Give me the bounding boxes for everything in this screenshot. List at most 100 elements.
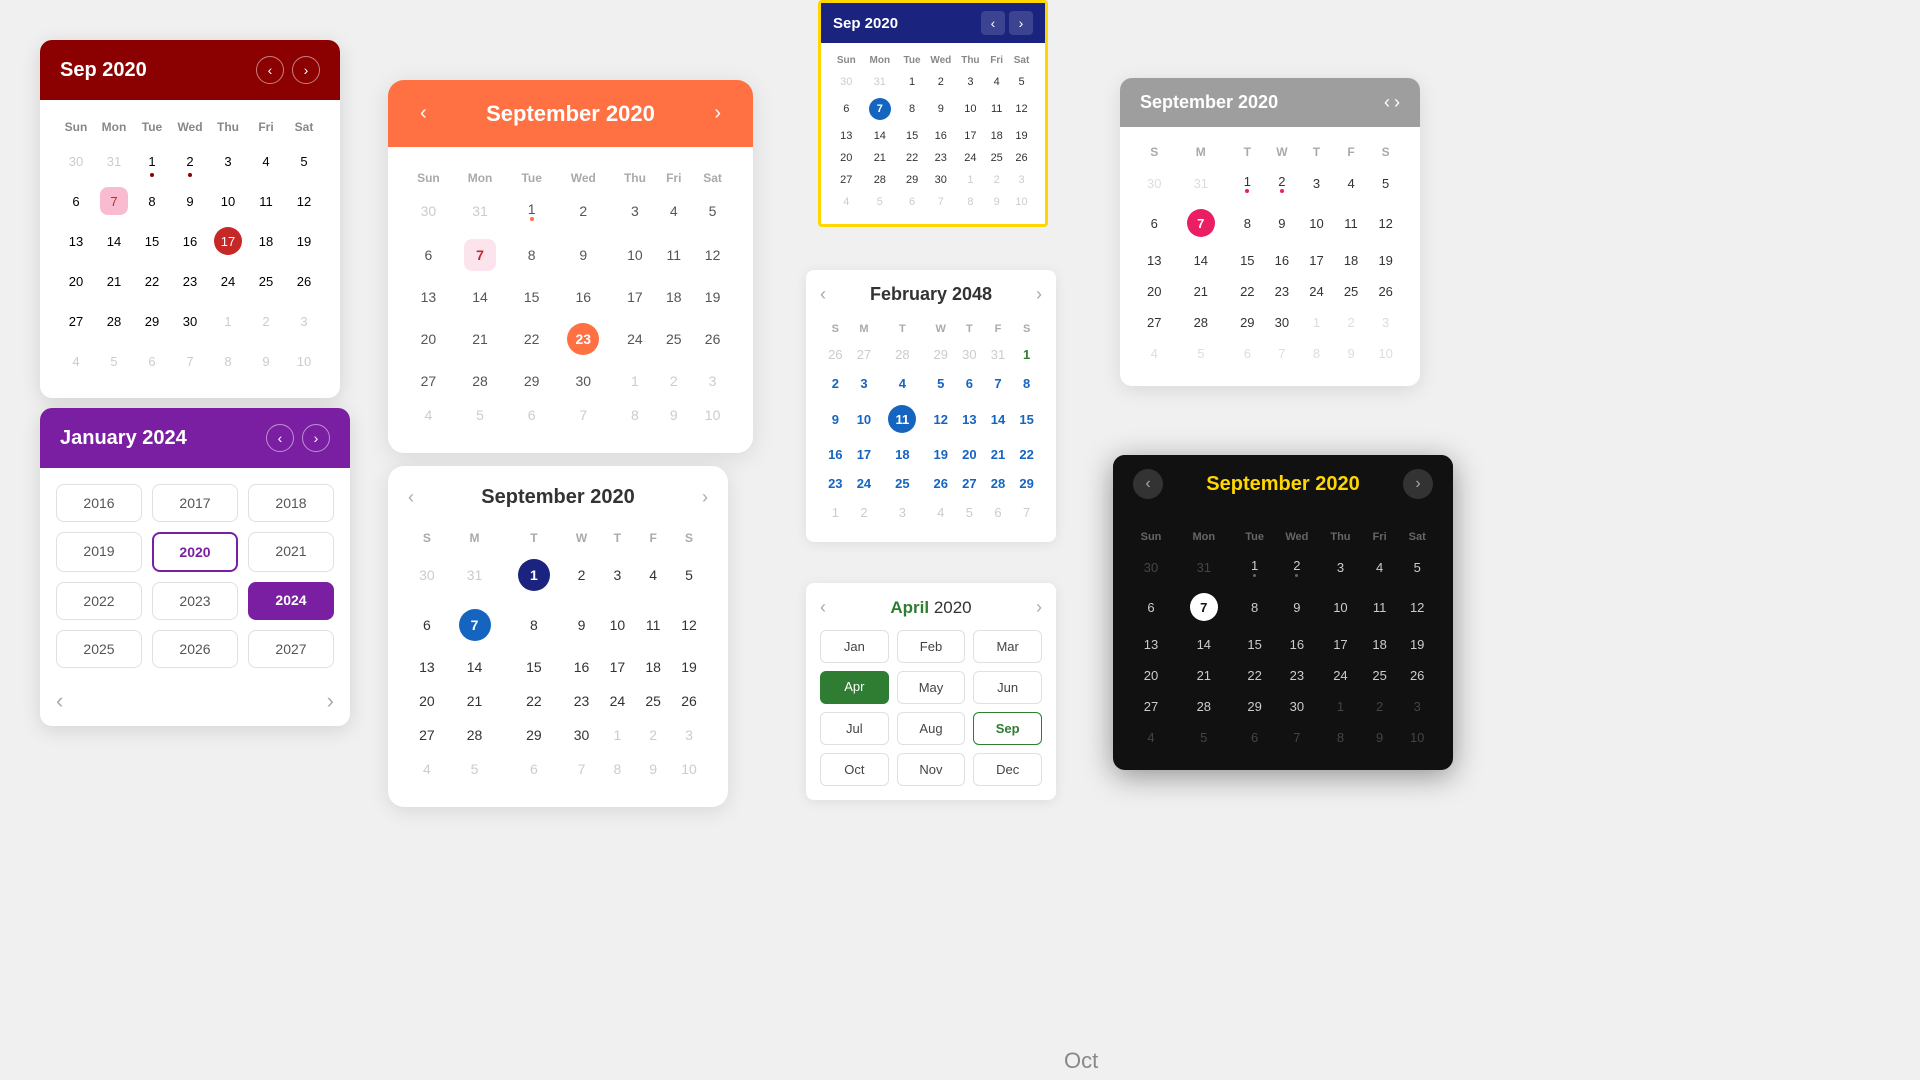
table-row[interactable]: 12 [694,231,731,279]
table-row[interactable]: 31 [1173,551,1235,584]
table-row[interactable]: 21 [1173,661,1235,690]
year-2017[interactable]: 2017 [152,484,238,522]
cal2-prev-btn[interactable]: ‹ [412,98,435,129]
table-row[interactable]: 4 [248,142,284,180]
table-row[interactable]: 27 [58,302,94,340]
table-row[interactable]: 6 [1131,586,1171,628]
table-row[interactable]: 30 [410,551,444,599]
table-row[interactable]: 3 [879,499,925,526]
table-row[interactable]: 9 [985,192,1008,212]
table-row[interactable]: 4 [58,342,94,380]
month-apr[interactable]: Apr [820,671,889,704]
table-row[interactable]: 13 [410,281,447,313]
table-row[interactable]: 7 [96,182,132,220]
month-jul[interactable]: Jul [820,712,889,745]
table-row[interactable]: 30 [1131,551,1171,584]
table-row[interactable]: 22 [1231,277,1264,306]
table-row[interactable]: 29 [505,719,562,751]
month-jun[interactable]: Jun [973,671,1042,704]
table-row[interactable]: 22 [513,315,550,363]
table-row[interactable]: 1 [513,193,550,229]
table-row[interactable]: 14 [96,222,132,260]
table-row[interactable]: 28 [879,341,925,368]
year-2026[interactable]: 2026 [152,630,238,668]
table-row[interactable]: 2 [655,365,692,397]
table-row[interactable]: 11 [655,231,692,279]
table-row[interactable]: 26 [694,315,731,363]
table-row[interactable]: 9 [248,342,284,380]
table-row[interactable]: 29 [1231,308,1264,337]
table-row[interactable]: 17 [617,281,654,313]
table-row[interactable]: 30 [926,170,955,190]
table-row[interactable]: 31 [446,551,503,599]
year-2027[interactable]: 2027 [248,630,334,668]
table-row[interactable]: 27 [956,470,983,497]
month-mar[interactable]: Mar [973,630,1042,663]
table-row[interactable]: 3 [694,365,731,397]
table-row[interactable]: 26 [822,341,849,368]
table-row[interactable]: 29 [1013,470,1040,497]
table-row[interactable]: 27 [833,170,860,190]
table-row[interactable]: 4 [833,192,860,212]
year-2025[interactable]: 2025 [56,630,142,668]
table-row[interactable]: 21 [449,315,511,363]
table-row[interactable]: 8 [210,342,246,380]
table-row[interactable]: 5 [1010,72,1033,92]
table-row[interactable]: 2 [565,551,599,599]
table-row[interactable]: 2 [822,370,849,397]
table-row[interactable]: 27 [410,365,447,397]
table-row[interactable]: 5 [1369,167,1402,200]
table-row[interactable]: 28 [1173,692,1235,721]
table-row[interactable]: 10 [1300,202,1333,244]
table-row[interactable]: 20 [410,315,447,363]
table-row[interactable]: 8 [1013,370,1040,397]
table-row[interactable]: 2 [1335,308,1368,337]
year-2024[interactable]: 2024 [248,582,334,620]
table-row[interactable]: 4 [1131,723,1171,752]
table-row[interactable]: 7 [862,94,899,124]
table-row[interactable]: 3 [672,719,706,751]
table-row[interactable]: 14 [985,399,1012,439]
table-row[interactable]: 22 [900,148,924,168]
table-row[interactable]: 3 [1300,167,1333,200]
table-row[interactable]: 23 [172,262,208,300]
table-row[interactable]: 29 [134,302,170,340]
table-row[interactable]: 19 [1369,246,1402,275]
table-row[interactable]: 10 [600,601,634,649]
table-row[interactable]: 18 [1362,630,1398,659]
table-row[interactable]: 16 [1266,246,1299,275]
table-row[interactable]: 5 [446,753,503,785]
table-row[interactable]: 15 [505,651,562,683]
table-row[interactable]: 4 [927,499,954,526]
table-row[interactable]: 7 [172,342,208,380]
table-row[interactable]: 30 [1138,167,1171,200]
table-row[interactable]: 17 [600,651,634,683]
table-row[interactable]: 19 [672,651,706,683]
table-row[interactable]: 23 [822,470,849,497]
table-row[interactable]: 9 [1335,339,1368,368]
table-row[interactable]: 5 [1173,339,1229,368]
table-row[interactable]: 6 [985,499,1012,526]
table-row[interactable]: 21 [985,441,1012,468]
table-row[interactable]: 16 [552,281,614,313]
table-row[interactable]: 9 [172,182,208,220]
table-row[interactable]: 19 [694,281,731,313]
table-row[interactable]: 19 [1010,126,1033,146]
cal7-next-btn[interactable]: › [1036,597,1042,618]
table-row[interactable]: 6 [833,94,860,124]
table-row[interactable]: 27 [1138,308,1171,337]
month-may[interactable]: May [897,671,966,704]
table-row[interactable]: 16 [565,651,599,683]
table-row[interactable]: 3 [617,193,654,229]
table-row[interactable]: 17 [1321,630,1360,659]
table-row[interactable]: 5 [96,342,132,380]
table-row[interactable]: 9 [1275,586,1319,628]
table-row[interactable]: 15 [1237,630,1273,659]
cal2-next-btn[interactable]: › [706,98,729,129]
table-row[interactable]: 12 [672,601,706,649]
table-row[interactable]: 24 [958,148,984,168]
table-row[interactable]: 24 [600,685,634,717]
table-row[interactable]: 15 [134,222,170,260]
table-row[interactable]: 2 [1275,551,1319,584]
table-row[interactable]: 3 [851,370,878,397]
